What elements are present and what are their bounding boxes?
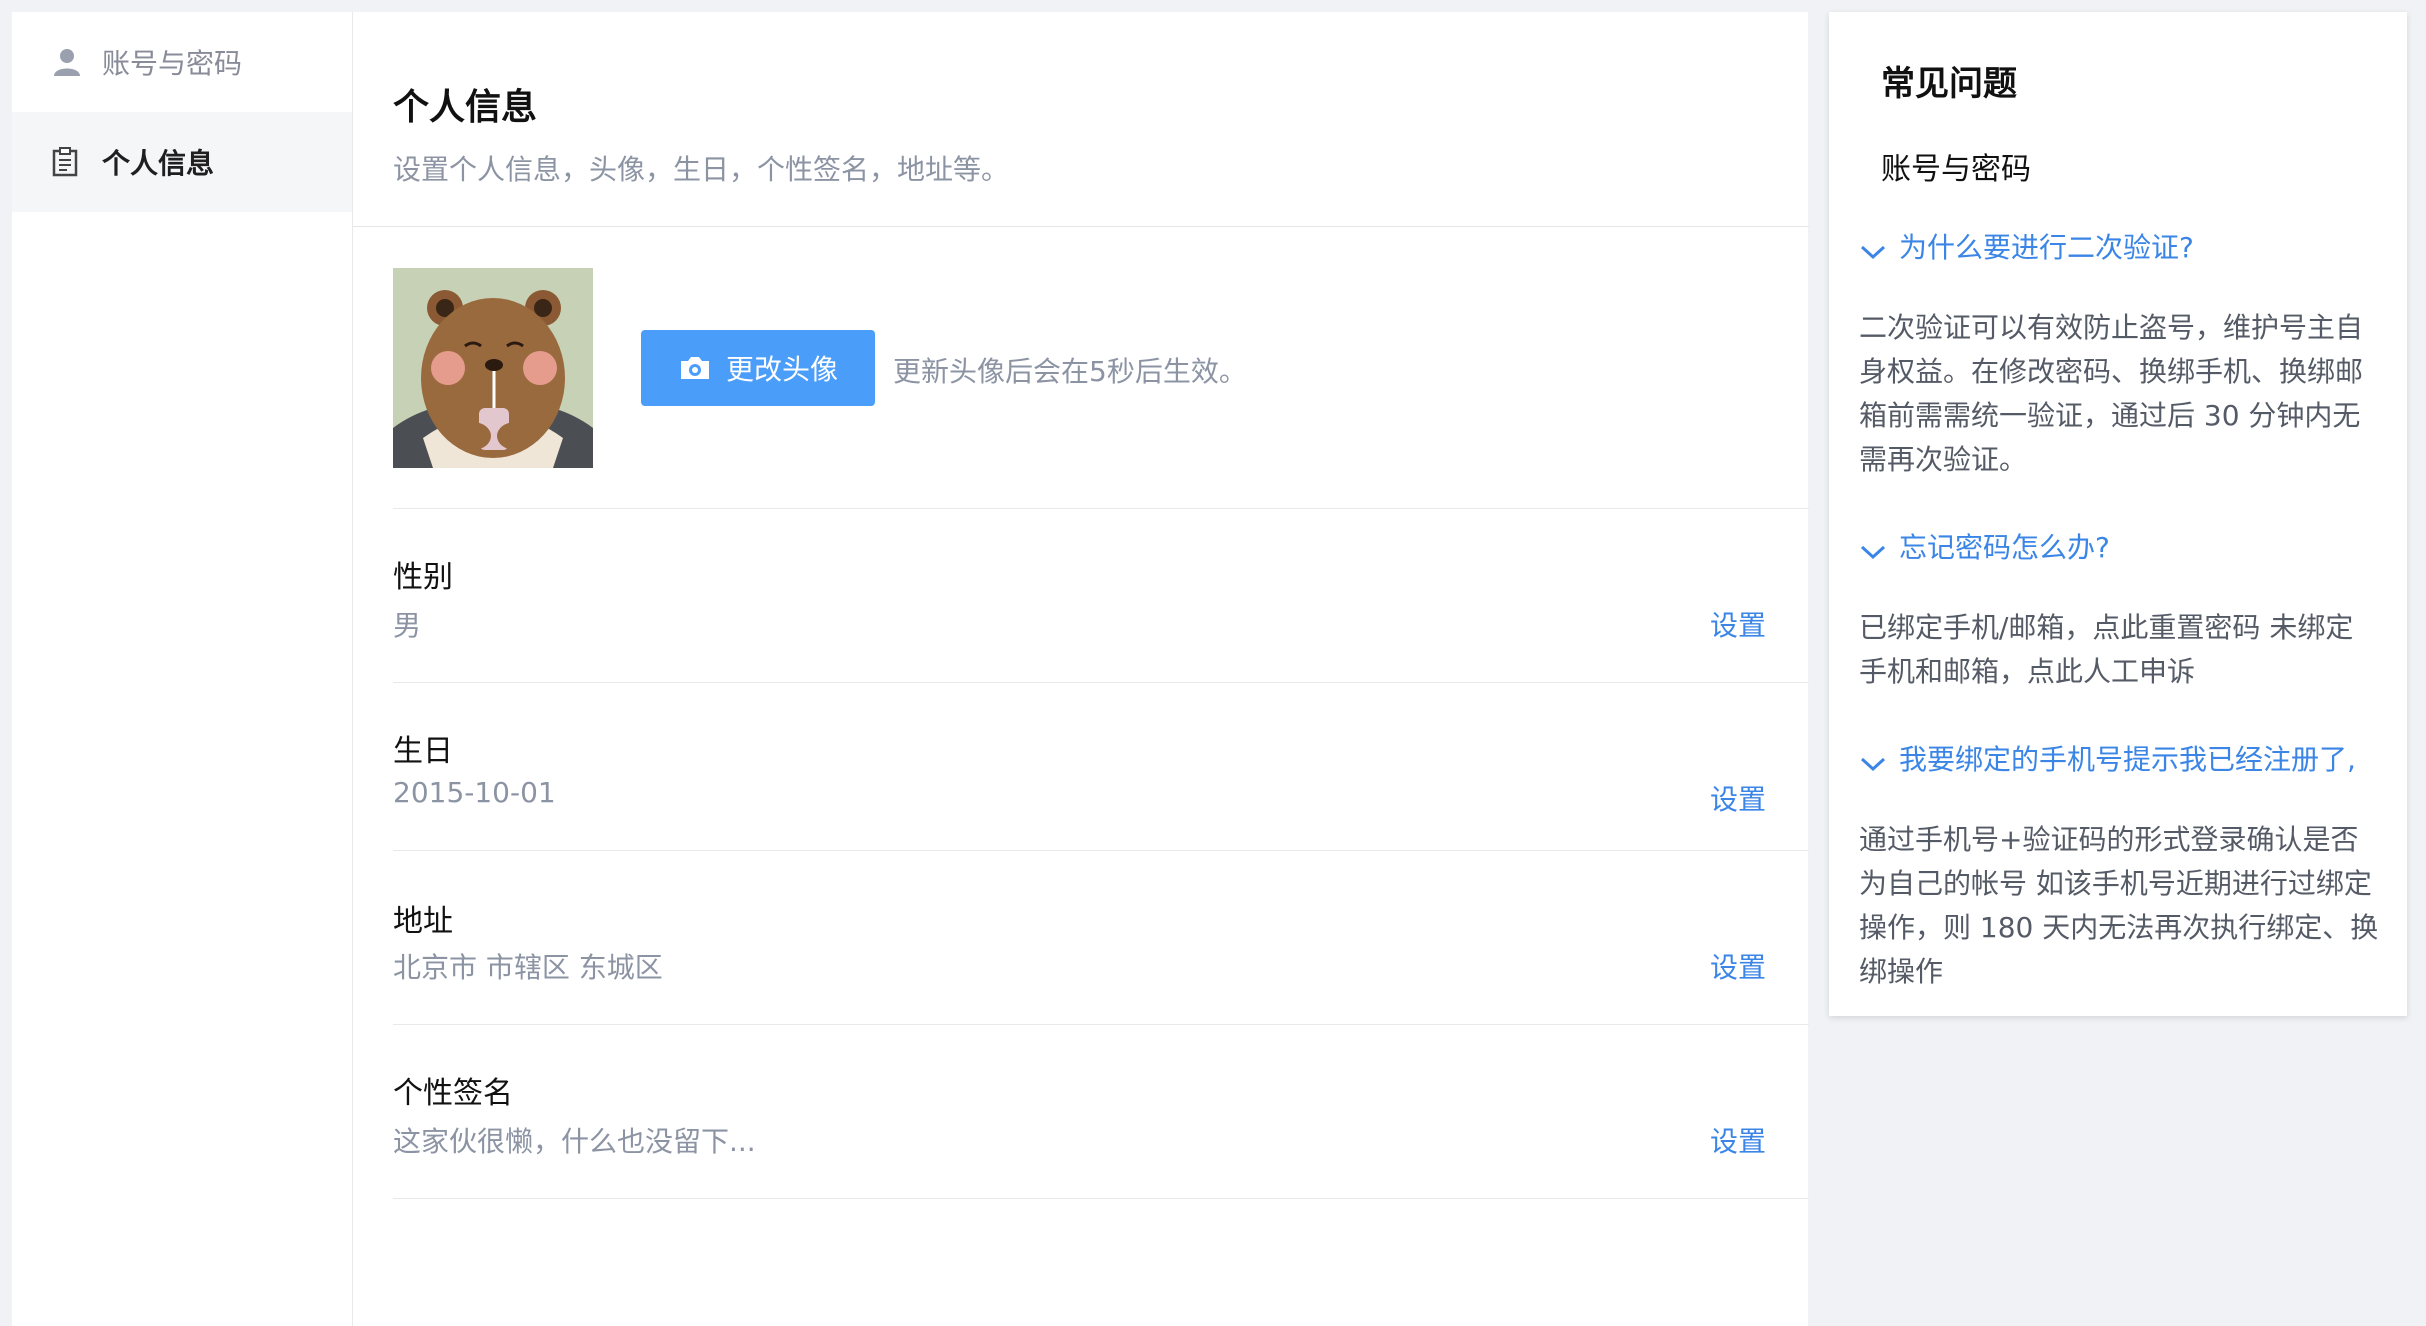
user-icon (52, 42, 102, 82)
camera-icon (678, 354, 712, 382)
faq-question-2[interactable]: 忘记密码怎么办? (1859, 526, 2110, 566)
change-avatar-button[interactable]: 更改头像 (641, 330, 875, 406)
page-title: 个人信息 (393, 87, 538, 128)
sidebar-item-label: 账号与密码 (102, 47, 243, 80)
sidebar-item-label: 个人信息 (102, 147, 215, 180)
sidebar: 账号与密码 个人信息 (12, 12, 352, 1326)
faq-question-label: 为什么要进行二次验证? (1899, 231, 2194, 264)
faq-section-title: 账号与密码 (1881, 152, 2031, 187)
faq-question-3[interactable]: 我要绑定的手机号提示我已经注册了, (1859, 738, 2356, 778)
divider (393, 1024, 1809, 1025)
divider (393, 682, 1809, 683)
field-value-birthday: 2015-10-01 (393, 776, 556, 809)
faq-panel: 常见问题 账号与密码 为什么要进行二次验证? 二次验证可以有效防止盗号，维护号主… (1829, 12, 2407, 1016)
divider (393, 1198, 1809, 1199)
divider (353, 226, 1809, 227)
divider (393, 850, 1809, 851)
chevron-down-icon (1859, 236, 1887, 260)
change-avatar-label: 更改头像 (725, 353, 838, 386)
field-value-signature: 这家伙很懒，什么也没留下... (393, 1125, 756, 1158)
set-address-link[interactable]: 设置 (1710, 946, 1766, 986)
faq-question-1[interactable]: 为什么要进行二次验证? (1859, 226, 2194, 266)
main-panel: 个人信息 设置个人信息，头像，生日，个性签名，地址等。 更改头像 更新头像后会在… (352, 12, 1809, 1326)
faq-answer-3: 通过手机号+验证码的形式登录确认是否为自己的帐号 如该手机号近期进行过绑定操作，… (1859, 823, 2379, 988)
faq-title: 常见问题 (1881, 64, 2017, 104)
field-label-birthday: 生日 (393, 734, 453, 769)
chevron-down-icon (1859, 536, 1887, 560)
field-value-address: 北京市 市辖区 东城区 (393, 951, 663, 984)
field-label-address: 地址 (393, 904, 453, 939)
field-value-gender: 男 (393, 609, 422, 642)
set-signature-link[interactable]: 设置 (1710, 1120, 1766, 1160)
sidebar-item-personal-info[interactable]: 个人信息 (12, 112, 352, 212)
faq-answer-1: 二次验证可以有效防止盗号，维护号主自身权益。在修改密码、换绑手机、换绑邮箱前需需… (1859, 311, 2364, 476)
faq-answer-2: 已绑定手机/邮箱，点此重置密码 未绑定手机和邮箱，点此人工申诉 (1859, 611, 2354, 688)
sidebar-item-account-password[interactable]: 账号与密码 (12, 12, 352, 112)
faq-question-label: 我要绑定的手机号提示我已经注册了, (1899, 743, 2356, 776)
set-birthday-link[interactable]: 设置 (1710, 778, 1766, 818)
faq-question-label: 忘记密码怎么办? (1899, 531, 2110, 564)
set-gender-link[interactable]: 设置 (1710, 604, 1766, 644)
field-label-signature: 个性签名 (393, 1076, 513, 1111)
divider (393, 508, 1809, 509)
field-label-gender: 性别 (393, 560, 453, 595)
page-description: 设置个人信息，头像，生日，个性签名，地址等。 (393, 153, 1010, 186)
avatar-hint: 更新头像后会在5秒后生效。 (893, 355, 1247, 388)
avatar (393, 268, 593, 468)
clipboard-icon (52, 142, 102, 182)
chevron-down-icon (1859, 748, 1887, 772)
